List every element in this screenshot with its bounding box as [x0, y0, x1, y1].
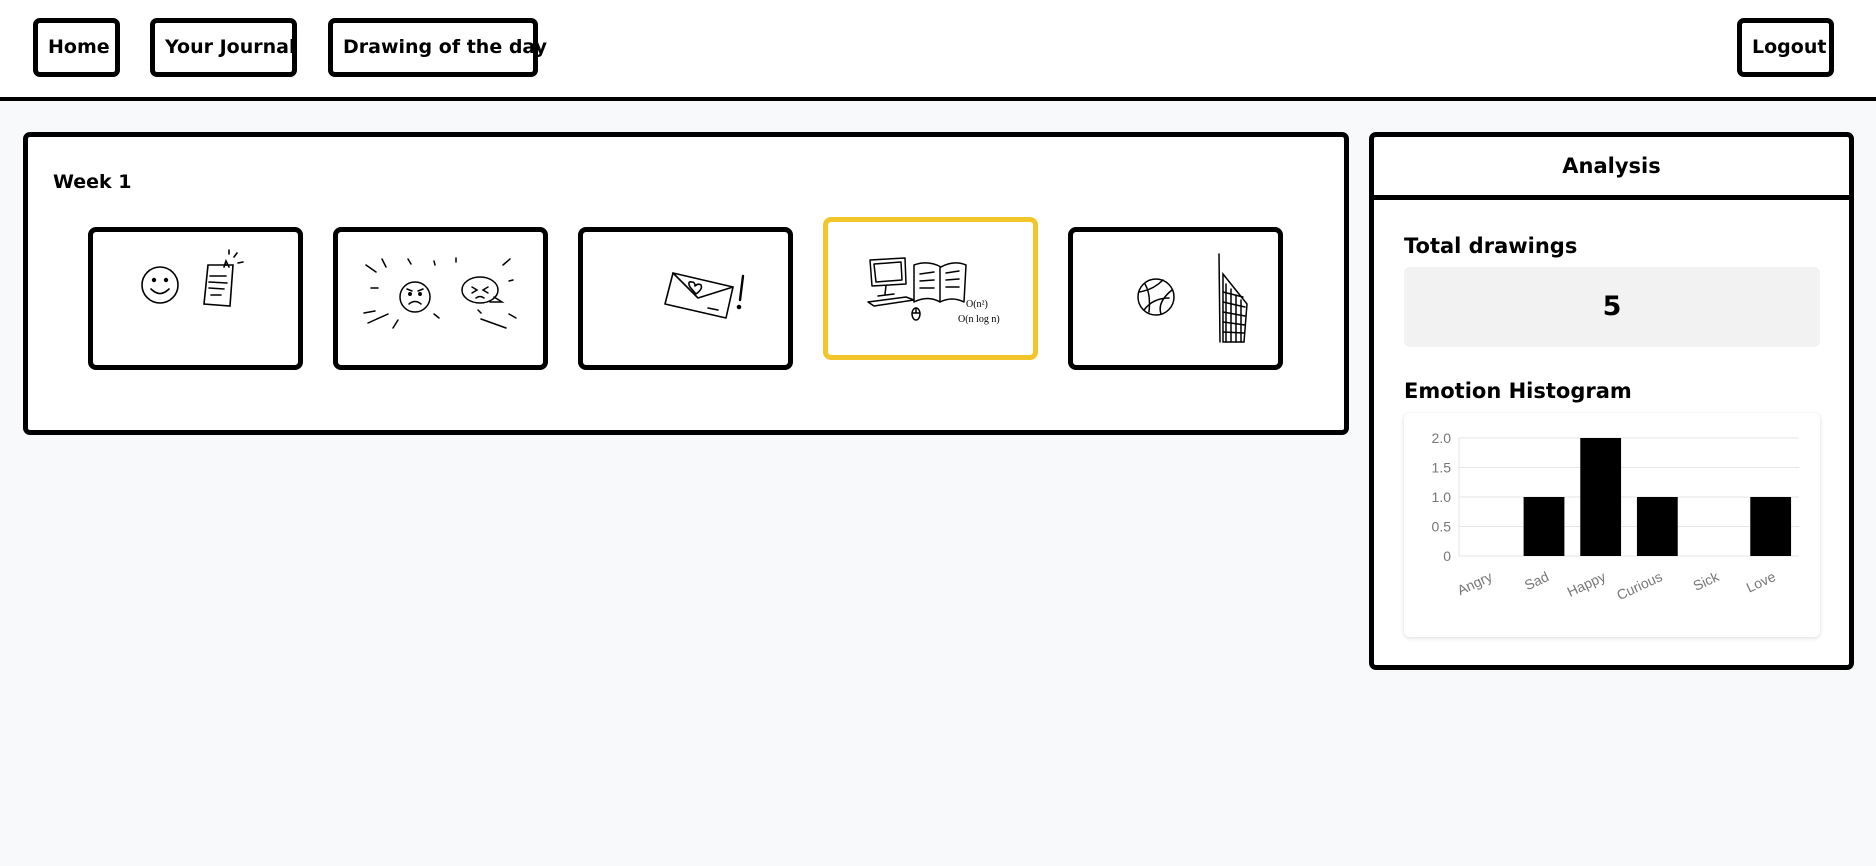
y-tick-label: 0.5: [1432, 519, 1452, 535]
histogram-svg: 0 0.5 1.0 1.5 2.0 Angry Sad Happy Curious Sick Lov…: [1432, 430, 1799, 603]
y-tick-label: 1.0: [1432, 489, 1452, 505]
svg-text:O(n²): O(n²): [966, 299, 988, 310]
total-drawings-value: 5: [1404, 267, 1820, 347]
analysis-title: Analysis: [1374, 137, 1849, 200]
drawing-of-the-day-button[interactable]: Drawing of the day: [328, 18, 547, 77]
drawing-thumbnail-1[interactable]: [88, 227, 303, 370]
x-tick-label: Happy: [1564, 568, 1607, 600]
x-tick-label: Love: [1744, 568, 1778, 595]
week-title: Week 1: [53, 171, 132, 193]
drawing-thumbnail-3[interactable]: [578, 227, 793, 370]
bar-love: [1750, 497, 1792, 556]
computer-and-book-drawing: O(n²) O(n log n): [867, 257, 1000, 325]
y-tick-label: 0: [1443, 548, 1451, 564]
svg-text:O(n log n): O(n log n): [958, 314, 1000, 325]
emotion-histogram-label: Emotion Histogram: [1404, 379, 1632, 403]
emotion-histogram-chart: 0 0.5 1.0 1.5 2.0 Angry Sad Happy Curious Sick Lov…: [1404, 413, 1820, 637]
total-drawings-label: Total drawings: [1404, 234, 1578, 258]
bar-sad: [1523, 497, 1565, 556]
drawing-thumbnail-4-selected[interactable]: O(n²) O(n log n): [823, 217, 1038, 360]
love-letter-drawing: [664, 272, 745, 319]
y-tick-label: 2.0: [1432, 430, 1452, 446]
drawing-thumbnail-2[interactable]: [333, 227, 548, 370]
y-tick-label: 1.5: [1432, 460, 1452, 476]
top-nav: Home Your Journal Drawing of the day Log…: [0, 0, 1876, 101]
home-button[interactable]: Home: [33, 18, 120, 77]
x-tick-label: Sad: [1522, 568, 1551, 593]
logout-button[interactable]: Logout: [1737, 18, 1834, 77]
drawing-thumbnail-5[interactable]: [1068, 227, 1283, 370]
sad-and-angry-faces-drawing: [363, 257, 517, 329]
your-journal-button[interactable]: Your Journal: [150, 18, 297, 77]
x-tick-label: Curious: [1614, 568, 1664, 603]
x-tick-label: Angry: [1455, 568, 1495, 598]
smiley-and-graded-paper-drawing: [141, 249, 244, 307]
volleyball-and-net-drawing: [1137, 253, 1248, 343]
bar-happy: [1580, 438, 1622, 556]
analysis-panel: Analysis Total drawings 5 Emotion Histog…: [1369, 132, 1854, 670]
bar-curious: [1636, 497, 1678, 556]
x-tick-label: Sick: [1691, 568, 1723, 594]
